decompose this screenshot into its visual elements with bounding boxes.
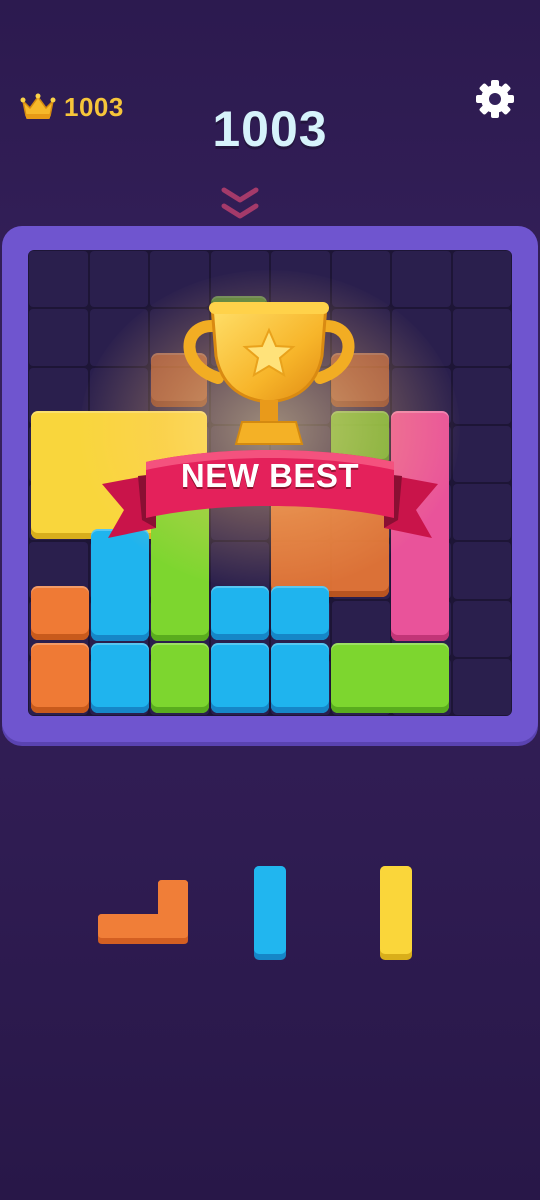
placed-block-orange [31, 586, 89, 640]
gear-icon [476, 80, 514, 118]
tray-piece-blue-bar[interactable] [254, 866, 286, 962]
board-cell [29, 309, 88, 366]
board-cell [89, 251, 148, 308]
placed-block-green [331, 643, 449, 713]
placed-block-blue [271, 586, 329, 640]
settings-button[interactable] [474, 78, 516, 120]
tray-piece-yellow-bar[interactable] [380, 866, 412, 962]
placed-block-blue [271, 643, 329, 713]
board-cell [452, 367, 511, 424]
board-cell [452, 309, 511, 366]
placed-block-blue [211, 586, 269, 640]
new-best-banner: NEW BEST [180, 457, 360, 494]
board-cell [29, 251, 88, 308]
placed-block-blue [91, 643, 149, 713]
placed-block-blue [211, 643, 269, 713]
tray-piece-orange-l[interactable] [98, 880, 190, 948]
placed-block-orange [31, 643, 89, 713]
board-cell [392, 251, 451, 308]
double-chevron-down-icon [221, 187, 259, 219]
placed-block-green [151, 643, 209, 713]
current-score: 1003 [212, 101, 328, 157]
board-cell [452, 251, 511, 308]
board-cell [452, 600, 511, 657]
trophy-icon [183, 302, 355, 445]
board-cell [452, 425, 511, 482]
board-cell [452, 542, 511, 599]
board-cell [452, 658, 511, 715]
board-cell [452, 484, 511, 541]
